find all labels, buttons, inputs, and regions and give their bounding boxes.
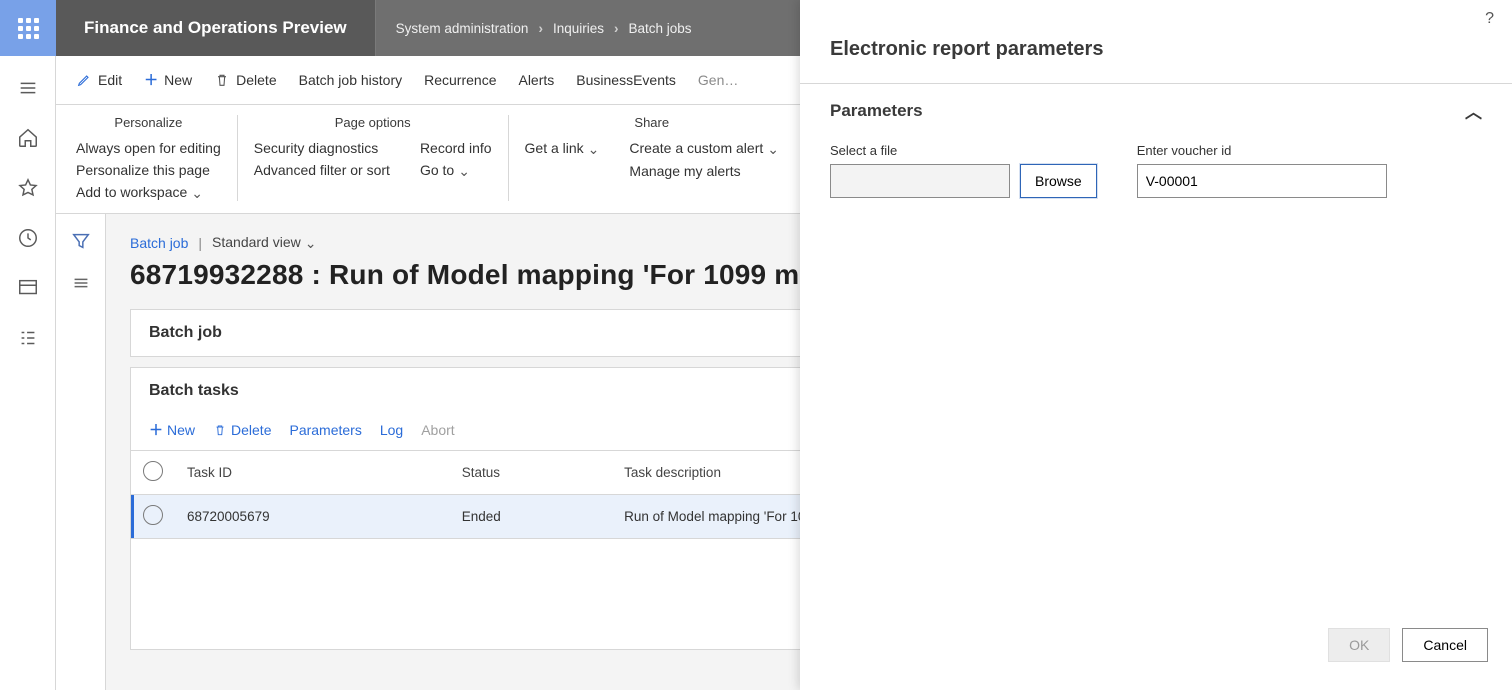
menu-icon[interactable] xyxy=(16,76,40,100)
voucher-label: Enter voucher id xyxy=(1137,143,1387,158)
overflow-button[interactable]: Gen… xyxy=(698,72,738,88)
product-name: Finance and Operations Preview xyxy=(56,0,376,56)
section-title: Parameters xyxy=(830,101,923,121)
home-icon[interactable] xyxy=(16,126,40,150)
plus-icon: ＋ xyxy=(144,70,158,90)
personalize-page-button[interactable]: Personalize this page xyxy=(76,162,221,178)
col-task-id[interactable]: Task ID xyxy=(175,451,450,495)
chevron-down-icon: ⌄ xyxy=(767,141,779,158)
history-button[interactable]: Batch job history xyxy=(299,72,403,88)
recurrence-button[interactable]: Recurrence xyxy=(424,72,496,88)
dialog-footer: OK Cancel xyxy=(800,610,1512,690)
view-selector[interactable]: Standard view⌄ xyxy=(212,234,316,251)
tasks-parameters-button[interactable]: Parameters xyxy=(289,420,361,440)
workspace-icon[interactable] xyxy=(16,276,40,300)
tasks-new-button[interactable]: ＋New xyxy=(149,420,195,440)
add-to-workspace-button[interactable]: Add to workspace⌄ xyxy=(76,184,221,201)
browse-button[interactable]: Browse xyxy=(1020,164,1097,198)
ribbon-group-page-options: Page options Security diagnostics Advanc… xyxy=(238,115,509,201)
crumb-2[interactable]: Batch jobs xyxy=(628,21,691,36)
record-info-button[interactable]: Record info xyxy=(420,140,492,156)
edit-label: Edit xyxy=(98,72,122,88)
manage-alerts-button[interactable]: Manage my alerts xyxy=(629,163,779,179)
waffle-icon xyxy=(18,18,39,39)
batch-job-link[interactable]: Batch job xyxy=(130,235,188,251)
chevron-down-icon: ⌄ xyxy=(458,163,470,180)
help-icon[interactable]: ? xyxy=(1485,10,1494,28)
file-path-input[interactable] xyxy=(830,164,1010,198)
trash-icon xyxy=(213,423,227,437)
advanced-filter-button[interactable]: Advanced filter or sort xyxy=(254,162,390,178)
crumb-0[interactable]: System administration xyxy=(396,21,529,36)
ribbon-title-share: Share xyxy=(525,115,779,130)
always-open-edit-button[interactable]: Always open for editing xyxy=(76,140,221,156)
tasks-abort-button: Abort xyxy=(421,420,454,440)
left-nav-rail xyxy=(0,56,56,690)
flyout-dialog: ? Electronic report parameters Parameter… xyxy=(800,0,1512,690)
ribbon-group-share: Share Get a link⌄ Create a custom alert⌄… xyxy=(509,115,795,201)
waffle-button[interactable] xyxy=(0,0,56,56)
dialog-title: Electronic report parameters xyxy=(800,28,1512,83)
field-voucher-id: Enter voucher id xyxy=(1137,143,1387,198)
ribbon-group-personalize: Personalize Always open for editing Pers… xyxy=(76,115,238,201)
recent-icon[interactable] xyxy=(16,226,40,250)
chevron-down-icon: ⌄ xyxy=(191,185,203,202)
goto-button[interactable]: Go to⌄ xyxy=(420,162,492,179)
get-link-button[interactable]: Get a link⌄ xyxy=(525,140,600,157)
ok-button[interactable]: OK xyxy=(1328,628,1390,662)
dialog-section-parameters: Parameters ︿ Select a file Browse Enter … xyxy=(800,83,1512,212)
tasks-delete-button[interactable]: Delete xyxy=(213,420,271,440)
business-events-button[interactable]: BusinessEvents xyxy=(576,72,676,88)
ribbon-title-pageopts: Page options xyxy=(254,115,492,130)
select-all-header[interactable] xyxy=(131,451,175,495)
field-select-file: Select a file Browse xyxy=(830,143,1097,198)
crumb-1[interactable]: Inquiries xyxy=(553,21,604,36)
chevron-right-icon: › xyxy=(614,21,619,36)
delete-label: Delete xyxy=(236,72,276,88)
ribbon-title-personalize: Personalize xyxy=(76,115,221,130)
modules-icon[interactable] xyxy=(16,326,40,350)
page-rail xyxy=(56,214,106,690)
create-alert-button[interactable]: Create a custom alert⌄ xyxy=(629,140,779,157)
voucher-input[interactable] xyxy=(1137,164,1387,198)
alerts-button[interactable]: Alerts xyxy=(518,72,554,88)
list-icon[interactable] xyxy=(70,272,92,294)
cancel-button[interactable]: Cancel xyxy=(1402,628,1488,662)
section-header[interactable]: Parameters ︿ xyxy=(830,98,1482,123)
tasks-log-button[interactable]: Log xyxy=(380,420,403,440)
select-file-label: Select a file xyxy=(830,143,1097,158)
col-status[interactable]: Status xyxy=(450,451,612,495)
security-diagnostics-button[interactable]: Security diagnostics xyxy=(254,140,390,156)
circle-icon xyxy=(143,461,163,481)
delete-button[interactable]: Delete xyxy=(214,72,276,88)
plus-icon: ＋ xyxy=(149,420,163,440)
chevron-right-icon: › xyxy=(538,21,543,36)
new-label: New xyxy=(164,72,192,88)
separator: | xyxy=(198,235,202,251)
chevron-down-icon: ⌄ xyxy=(588,141,600,158)
favorites-icon[interactable] xyxy=(16,176,40,200)
cell-task-id: 68720005679 xyxy=(175,495,450,539)
edit-button[interactable]: Edit xyxy=(76,72,122,88)
breadcrumb: System administration › Inquiries › Batc… xyxy=(376,0,712,56)
chevron-down-icon: ⌄ xyxy=(305,235,317,252)
new-button[interactable]: ＋ New xyxy=(144,70,192,90)
row-selector[interactable] xyxy=(143,505,163,525)
filter-icon[interactable] xyxy=(70,230,92,252)
cell-status: Ended xyxy=(450,495,612,539)
fasttab-title: Batch job xyxy=(149,324,222,341)
chevron-up-icon: ︿ xyxy=(1465,98,1482,123)
